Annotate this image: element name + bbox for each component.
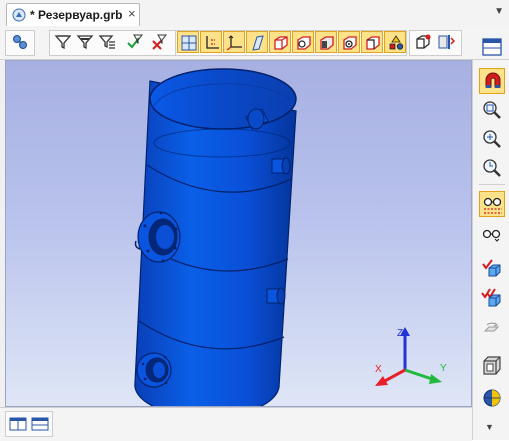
glasses-icon [482,229,501,242]
select-filter-icon [127,34,144,49]
layout-buttons-group [5,411,53,437]
magnet-button[interactable] [479,68,505,94]
view-3d-axes-icon [226,35,242,51]
document-tab[interactable]: * Резервуар.grb × [6,3,140,26]
view-3d-axes-button[interactable] [223,31,245,53]
rotate-button[interactable] [479,316,505,342]
cube-gear-icon [297,36,311,50]
cube-gear-button[interactable] [292,31,314,53]
axis-x-label: X [375,364,382,375]
cube-red-icon [274,36,288,50]
check-cube-button[interactable] [479,255,505,281]
zoom-previous-button[interactable] [479,155,505,181]
filter-settings-icon [76,35,94,50]
zoom-window-button[interactable] [479,97,505,123]
object-tree-icon [13,35,27,49]
axis-y-label: Y [440,363,447,374]
cube-light-button[interactable] [412,31,434,53]
split-horizontal-icon[interactable] [9,416,27,432]
shapes-button[interactable] [384,31,406,53]
bottom-status-bar [0,407,472,441]
split-vertical-icon[interactable] [31,416,49,432]
right-toolbar-scroll-down-icon[interactable]: ▼ [485,422,494,432]
view-plane-icon [252,35,264,51]
right-toolbar-separator [479,184,505,185]
3d-viewport[interactable]: Z Y X [5,60,472,407]
cube-outline-icon [366,36,380,50]
filter-list-icon [98,35,115,49]
window-layout-button[interactable] [479,34,505,60]
document-tab-bar: * Резервуар.grb × ▼ [0,0,509,28]
filter-list-button[interactable] [96,31,118,53]
screenshot-icon [438,35,455,49]
zoom-fit-icon [483,130,501,148]
document-model-icon [12,8,26,22]
app-window: * Резервуар.grb × ▼ Z Y X ▼ [0,0,509,441]
zoom-previous-icon [483,159,501,177]
globe-light-icon [483,389,501,407]
axis-triad: Z Y X [375,327,447,386]
check-cube-icon [482,259,501,277]
check-cube-multi-icon [481,288,501,307]
cube-gear-2-icon [343,36,357,50]
nozzle-upper-side [271,157,291,175]
tab-close-icon[interactable]: × [128,6,136,21]
view-front-button[interactable] [177,31,199,53]
magnet-icon [485,72,501,88]
rotate-icon [483,322,500,332]
cube-gear-2-button[interactable] [338,31,360,53]
cube-fill-button[interactable] [315,31,337,53]
nozzle-mid-side [266,287,286,305]
glasses-grid-icon [483,197,502,214]
screenshot-button[interactable] [435,31,457,53]
filter-button[interactable] [52,31,74,53]
glasses-button[interactable] [479,222,505,248]
filter-icon [54,35,72,50]
filter-settings-button[interactable] [74,31,96,53]
cube-light-icon [416,34,431,49]
view-plane-button[interactable] [246,31,268,53]
view-toolbar [0,27,509,60]
document-tab-title: * Резервуар.grb [30,8,123,22]
shapes-icon [389,35,404,50]
axis-z-label: Z [397,328,403,339]
check-cube-multi-button[interactable] [479,284,505,310]
box-view-icon [483,356,501,375]
globe-light-button[interactable] [479,385,505,411]
select-filter-button[interactable] [124,31,146,53]
manhole-lower [136,352,172,388]
zoom-window-icon [483,101,501,119]
view-2d-axes-icon [206,36,219,49]
zoom-fit-button[interactable] [479,126,505,152]
view-front-icon [181,35,197,51]
deselect-filter-button[interactable] [148,31,170,53]
tank-top-rim [149,68,297,130]
view-2d-axes-button[interactable] [200,31,222,53]
cube-fill-icon [320,36,334,50]
cube-outline-button[interactable] [361,31,383,53]
deselect-filter-icon [152,34,168,50]
cube-red-button[interactable] [269,31,291,53]
window-layout-icon [482,38,502,56]
tab-list-dropdown-icon[interactable]: ▼ [494,6,504,17]
box-view-button[interactable] [479,353,505,379]
right-toolbar: ▼ [472,38,509,440]
object-tree-button[interactable] [9,31,31,53]
glasses-grid-button[interactable] [479,191,505,217]
